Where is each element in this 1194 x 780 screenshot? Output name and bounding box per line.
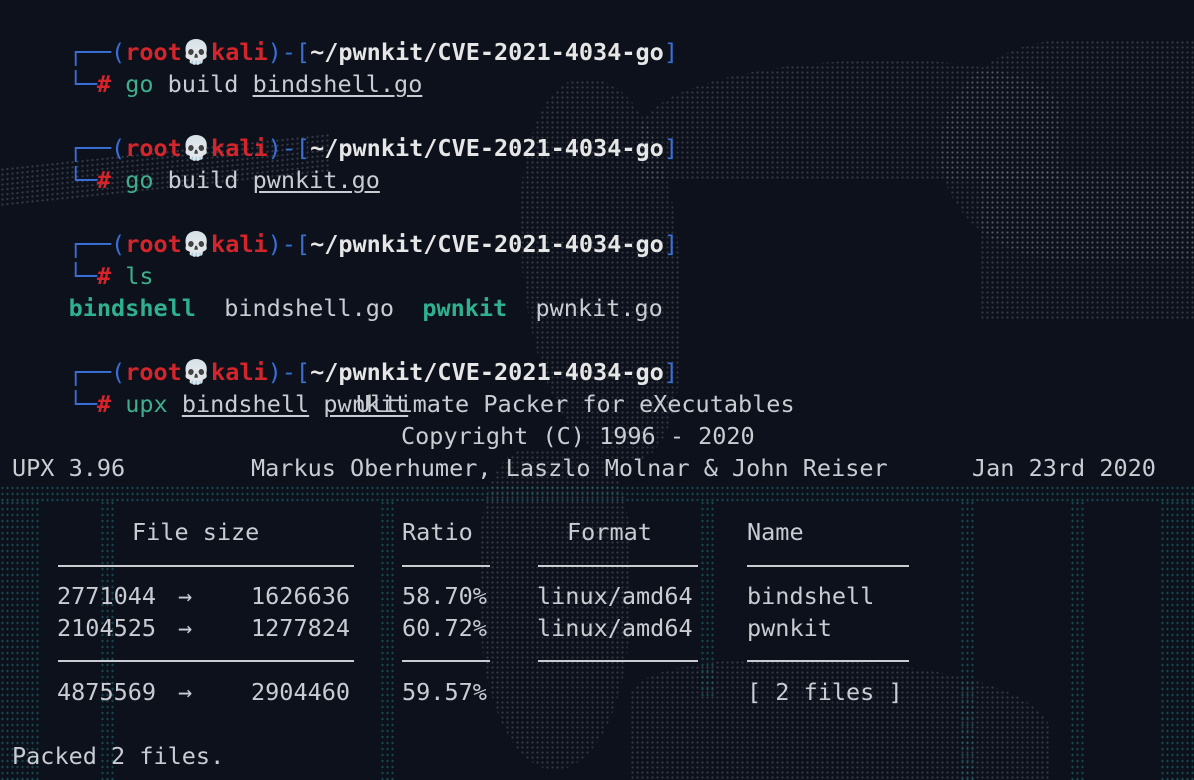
command-line: └─# go build bindshell.go [68,70,423,98]
command-name: upx [125,390,168,418]
column-header-ratio: Ratio [402,518,473,546]
current-directory: ~/pwnkit/CVE-2021-4034-go [310,230,664,258]
upx-result: Packed 2 files. [12,742,225,770]
table-divider [538,660,698,662]
table-divider [538,565,698,567]
command-line: └─# go build pwnkit.go [68,166,380,194]
arrow-icon: → [178,582,193,610]
table-divider [747,660,909,662]
arrow-icon: → [178,614,193,642]
table-divider [402,660,490,662]
terminal-window[interactable]: ┌──(root💀kali)-[~/pwnkit/CVE-2021-4034-g… [0,0,1194,780]
prompt-header: ┌──(root💀kali)-[~/pwnkit/CVE-2021-4034-g… [68,38,678,66]
arrow-icon: → [178,678,193,706]
table-divider [402,565,490,567]
skull-icon: 💀 [181,230,212,258]
list-item: pwnkit.go [535,294,663,322]
command-line: └─# upx bindshell pwnkit [68,390,409,418]
column-header-filesize: File size [132,518,260,546]
prompt-header: ┌──(root💀kali)-[~/pwnkit/CVE-2021-4034-g… [68,134,678,162]
prompt-header: ┌──(root💀kali)-[~/pwnkit/CVE-2021-4034-g… [68,230,678,258]
upx-title: Ultimate Packer for eXecutables [356,390,795,418]
prompt-header: ┌──(root💀kali)-[~/pwnkit/CVE-2021-4034-g… [68,358,678,386]
command-name: go [125,70,154,98]
upx-authors: Markus Oberhumer, Laszlo Molnar & John R… [251,454,888,482]
table-divider [747,565,909,567]
list-item: bindshell [68,294,196,322]
column-header-format: Format [567,518,652,546]
file-argument: bindshell [181,390,310,418]
ls-output: bindshell bindshell.go pwnkit pwnkit.go [12,260,663,322]
table-divider [58,565,354,567]
list-item: bindshell.go [224,294,395,322]
list-item: pwnkit [422,294,508,322]
file-argument: bindshell.go [252,70,423,98]
upx-version: UPX 3.96 [12,454,126,482]
file-argument: pwnkit.go [252,166,380,194]
command-line: └─# ls [68,262,154,290]
command-name: go [125,166,154,194]
column-header-name: Name [747,518,804,546]
upx-copyright: Copyright (C) 1996 - 2020 [401,422,755,450]
upx-date: Jan 23rd 2020 [972,454,1156,482]
table-divider [58,660,354,662]
